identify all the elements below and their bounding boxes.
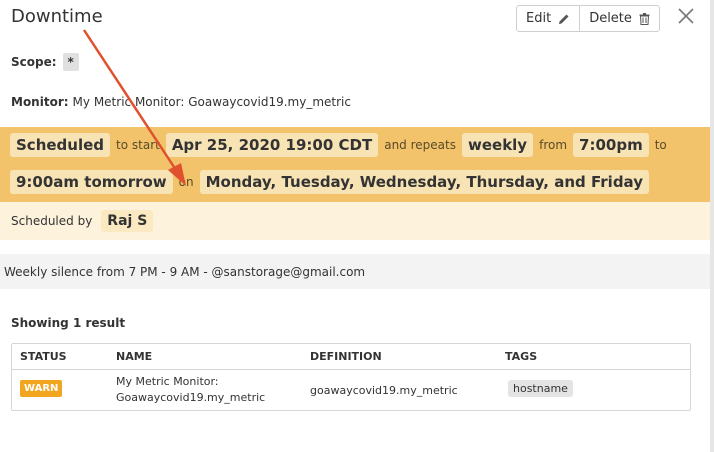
to-text: to xyxy=(654,138,667,152)
page-title: Downtime xyxy=(11,6,103,27)
column-header-definition: DEFINITION xyxy=(310,350,382,363)
scope-value: * xyxy=(62,53,79,71)
scope-label: Scope: xyxy=(11,55,57,69)
scheduled-by-user: Raj S xyxy=(101,210,154,232)
scheduled-by-label: Scheduled by xyxy=(11,214,93,228)
status-chip: Scheduled xyxy=(10,133,111,157)
close-icon[interactable] xyxy=(676,6,696,26)
results-summary: Showing 1 result xyxy=(11,316,126,330)
scope-row: Scope: * xyxy=(11,53,79,71)
monitor-value: My Metric Monitor: Goawaycovid19.my_metr… xyxy=(72,95,351,109)
message-text: Weekly silence from 7 PM - 9 AM - @sanst… xyxy=(4,264,366,279)
scheduled-by-row: Scheduled by Raj S xyxy=(0,202,710,240)
results-table: STATUS NAME DEFINITION TAGS WARN My Metr… xyxy=(11,343,691,411)
delete-label: Delete xyxy=(589,11,632,26)
edit-button[interactable]: Edit xyxy=(517,6,579,31)
tag-chip[interactable]: hostname xyxy=(508,380,573,397)
column-header-status: STATUS xyxy=(20,350,67,363)
days-chip: Monday, Tuesday, Wednesday, Thursday, an… xyxy=(199,170,649,194)
monitor-label: Monitor: xyxy=(11,95,69,109)
pencil-icon xyxy=(558,13,570,25)
downtime-panel: Downtime Edit Delete Scope: * Monitor: My… xyxy=(0,0,714,452)
to-time-chip: 9:00am tomorrow xyxy=(10,170,173,194)
to-start-text: to start xyxy=(116,138,160,152)
delete-button[interactable]: Delete xyxy=(579,6,659,31)
schedule-line-1: Scheduled to start Apr 25, 2020 19:00 CD… xyxy=(10,133,673,157)
column-header-tags: TAGS xyxy=(505,350,538,363)
on-text: on xyxy=(178,175,194,189)
monitor-name-line-2[interactable]: Goawaycovid19.my_metric xyxy=(116,391,265,404)
frequency-chip: weekly xyxy=(461,133,534,157)
status-badge: WARN xyxy=(20,380,63,397)
schedule-line-2: 9:00am tomorrow on Monday, Tuesday, Wedn… xyxy=(10,170,649,194)
schedule-banner: Scheduled to start Apr 25, 2020 19:00 CD… xyxy=(0,127,710,202)
start-chip: Apr 25, 2020 19:00 CDT xyxy=(165,133,379,157)
header-divider xyxy=(12,369,690,370)
action-buttons: Edit Delete xyxy=(516,5,660,32)
edit-label: Edit xyxy=(526,11,552,26)
definition-cell: goawaycovid19.my_metric xyxy=(310,384,458,397)
from-time-chip: 7:00pm xyxy=(573,133,649,157)
from-text: from xyxy=(539,138,568,152)
panel-edge xyxy=(710,0,714,452)
column-header-name: NAME xyxy=(116,350,153,363)
repeats-text: and repeats xyxy=(384,138,456,152)
monitor-name-line-1[interactable]: My Metric Monitor: xyxy=(116,375,219,388)
trash-icon xyxy=(639,12,650,25)
downtime-message: Weekly silence from 7 PM - 9 AM - @sanst… xyxy=(0,254,710,289)
monitor-row: Monitor: My Metric Monitor: Goawaycovid19… xyxy=(11,95,351,109)
